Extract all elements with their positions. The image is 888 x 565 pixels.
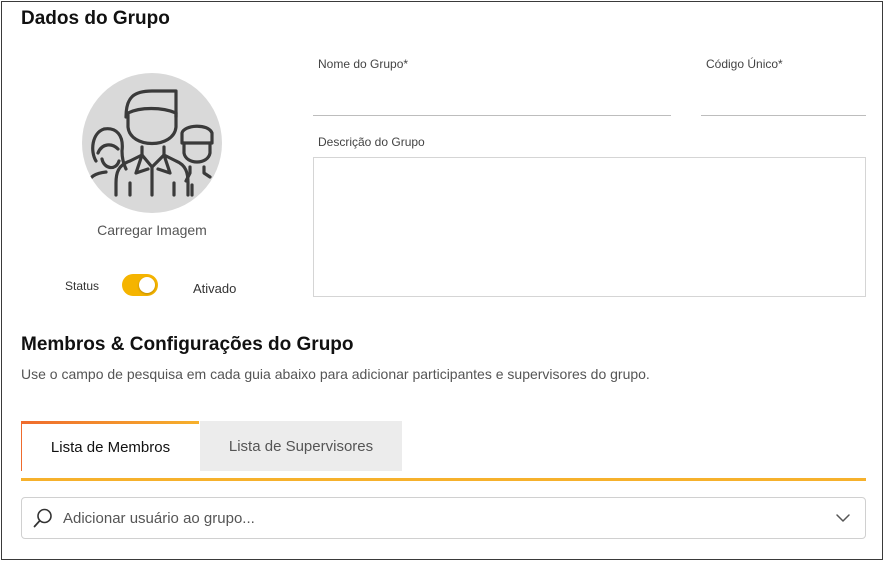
chevron-down-icon[interactable] xyxy=(835,510,851,526)
tab-member-list[interactable]: Lista de Membros xyxy=(21,421,199,471)
tab-active-underline xyxy=(21,478,866,481)
description-label: Descrição do Grupo xyxy=(318,135,425,149)
status-state-text: Ativado xyxy=(193,281,237,296)
status-label: Status xyxy=(65,279,100,293)
group-people-icon xyxy=(86,89,222,197)
unique-code-input[interactable] xyxy=(701,92,866,116)
tab-label: Lista de Supervisores xyxy=(228,437,374,455)
status-toggle[interactable] xyxy=(122,274,158,296)
tab-supervisor-list[interactable]: Lista de Supervisores xyxy=(200,421,402,471)
tab-label: Lista de Membros xyxy=(50,439,171,456)
group-avatar-upload[interactable] xyxy=(82,73,222,213)
add-user-search[interactable]: Adicionar usuário ao grupo... xyxy=(21,497,866,539)
members-section-title: Membros & Configurações do Grupo xyxy=(21,334,354,355)
members-section-subtitle: Use o campo de pesquisa em cada guia aba… xyxy=(21,366,650,382)
group-name-label: Nome do Grupo* xyxy=(318,57,409,71)
toggle-knob xyxy=(139,277,155,293)
description-textarea[interactable] xyxy=(313,157,866,297)
unique-code-label: Código Único* xyxy=(706,57,783,71)
upload-image-link[interactable]: Carregar Imagem xyxy=(60,222,244,238)
group-name-input[interactable] xyxy=(313,92,671,116)
search-placeholder: Adicionar usuário ao grupo... xyxy=(63,509,255,527)
search-icon xyxy=(33,508,52,528)
group-data-title: Dados do Grupo xyxy=(21,8,170,29)
